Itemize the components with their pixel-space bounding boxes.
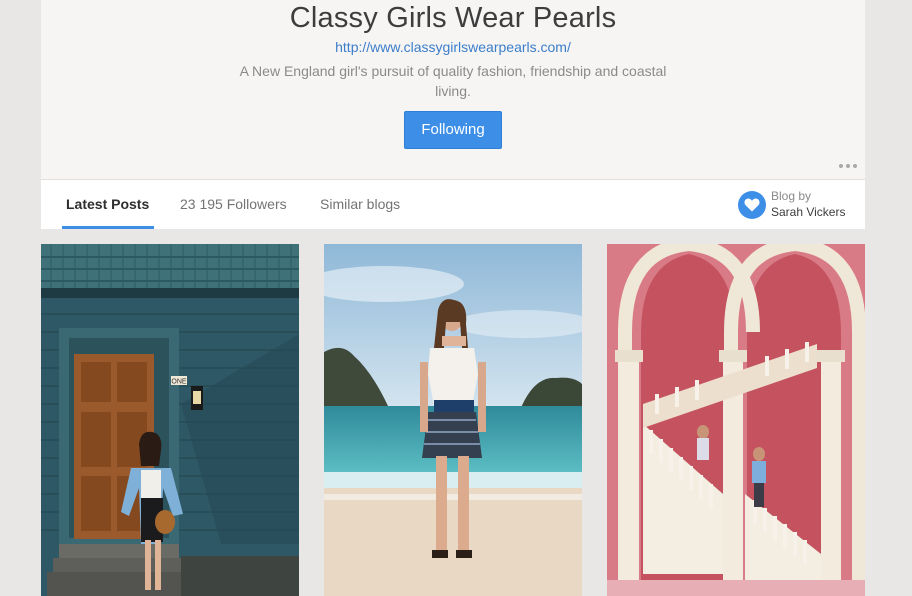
author-label: Blog by (771, 189, 812, 203)
more-options-icon[interactable] (839, 161, 859, 171)
blog-url-link[interactable]: http://www.classygirlswearpearls.com/ (41, 39, 865, 55)
blog-title: Classy Girls Wear Pearls (289, 2, 617, 34)
post-thumbnail-1[interactable]: ONE (41, 244, 299, 596)
blog-author[interactable]: Blog by Sarah Vickers (738, 188, 862, 222)
following-button[interactable]: Following (404, 111, 502, 149)
tab-latest-posts[interactable]: Latest Posts (66, 196, 149, 212)
post-thumbnail-2[interactable] (324, 244, 582, 596)
heart-icon (738, 191, 766, 219)
blog-tabs: Latest Posts 23 195 Followers Similar bl… (41, 180, 865, 229)
door-sign: ONE (171, 379, 187, 386)
tab-followers[interactable]: 23 195 Followers (180, 196, 287, 212)
tab-similar-blogs[interactable]: Similar blogs (320, 196, 400, 212)
post-thumbnail-3[interactable] (607, 244, 865, 596)
blog-header-card: Classy Girls Wear Pearls http://www.clas… (41, 0, 865, 229)
author-name: Sarah Vickers (771, 205, 846, 219)
blog-description: A New England girl's pursuit of quality … (239, 63, 667, 99)
active-tab-indicator (62, 226, 154, 229)
